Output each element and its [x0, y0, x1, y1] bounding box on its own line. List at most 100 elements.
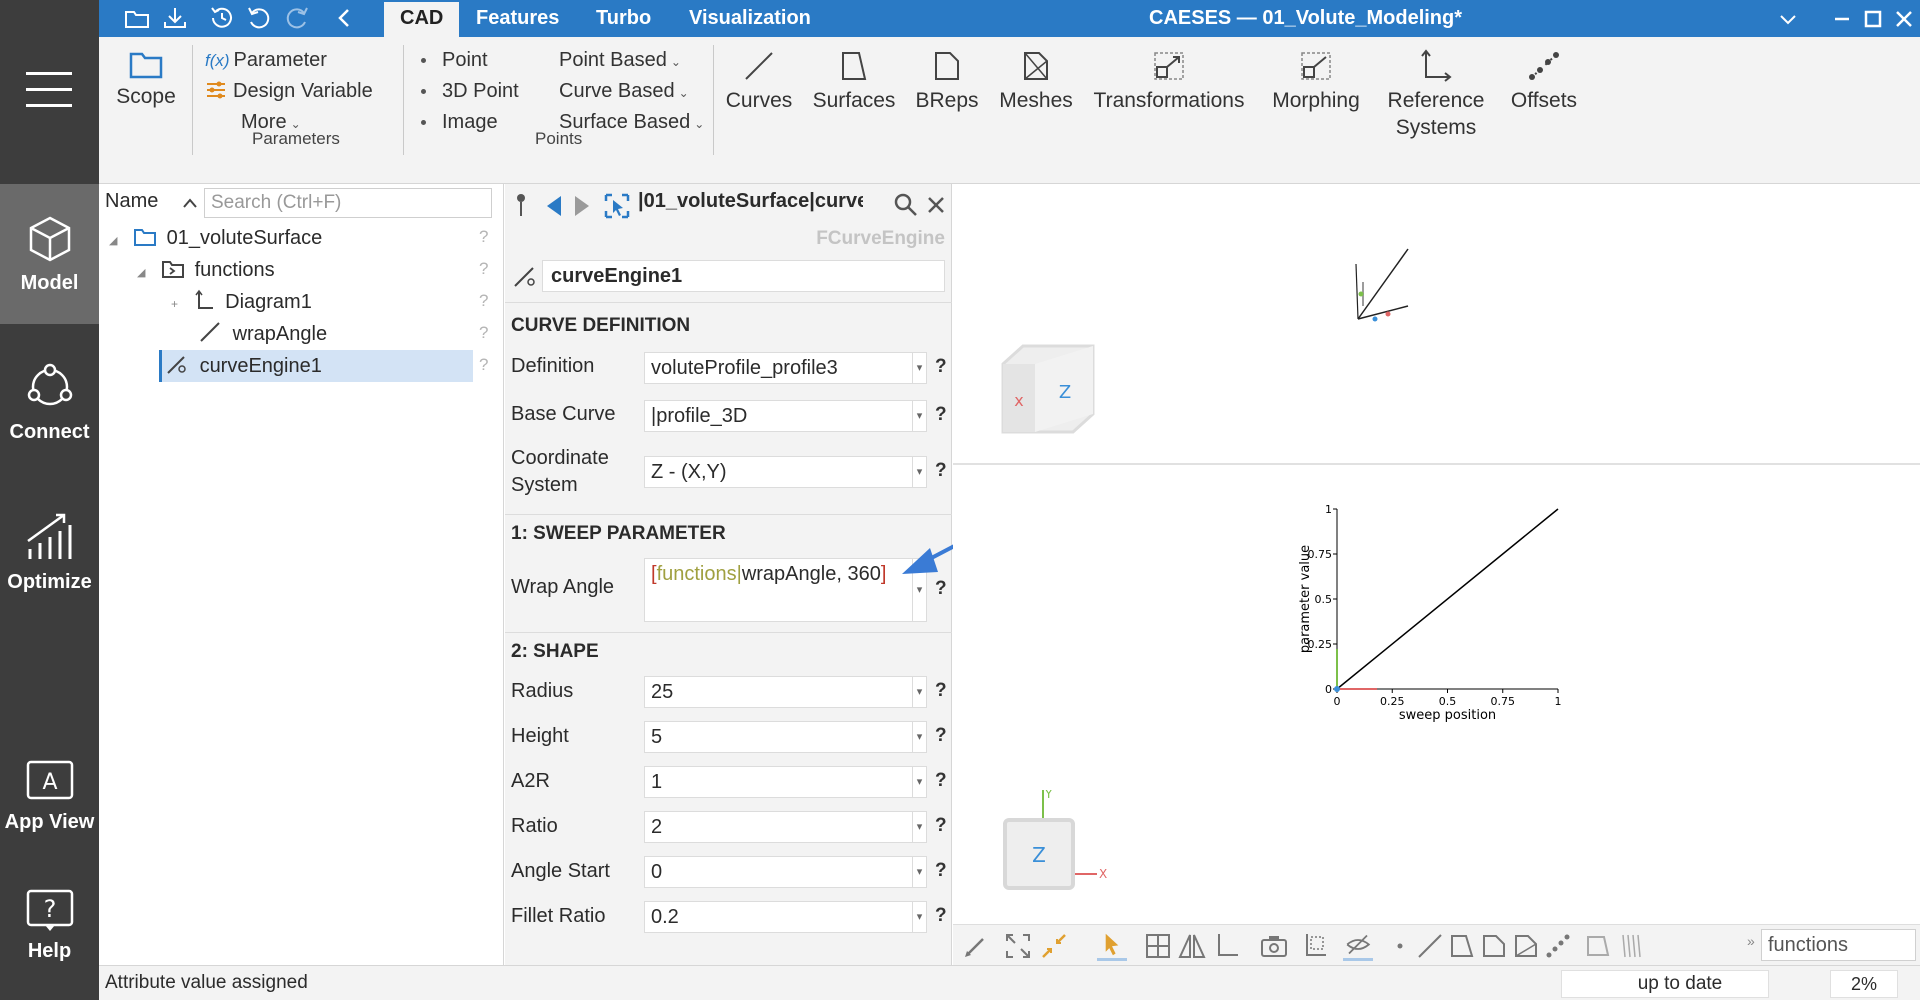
close-window-icon[interactable]	[1891, 6, 1917, 32]
sidebar-item-app-view[interactable]: A App View	[0, 745, 99, 885]
point-filter-icon[interactable]	[1385, 931, 1415, 961]
curves-button[interactable]: Curves	[723, 47, 795, 114]
grid-icon[interactable]	[1143, 931, 1173, 961]
close-icon[interactable]	[925, 194, 947, 216]
reference-systems-button[interactable]: Reference Systems	[1381, 47, 1491, 141]
help-button[interactable]: ?	[935, 860, 947, 882]
parameter-button[interactable]: f(x) Parameter	[205, 49, 327, 72]
3d-point-button[interactable]: 3D Point	[421, 80, 519, 103]
tree-help-icon[interactable]: ?	[479, 355, 488, 375]
fillet-ratio-field[interactable]: 0.2 ▾	[644, 901, 927, 933]
offset-filter-icon[interactable]	[1543, 931, 1573, 961]
curve-based-menu[interactable]: Curve Based ⌄	[559, 80, 689, 103]
help-button[interactable]: ?	[935, 460, 947, 482]
a2r-field[interactable]: 1 ▾	[644, 766, 927, 798]
tree-item-curveEngine1[interactable]: curveEngine1	[159, 350, 473, 382]
chevron-down-icon[interactable]	[1775, 6, 1801, 32]
tree-help-icon[interactable]: ?	[479, 323, 488, 343]
tree-item-voluteSurface[interactable]: ◢ 01_voluteSurface	[109, 222, 499, 254]
expand-plus-icon[interactable]: +	[171, 297, 178, 311]
breps-button[interactable]: BReps	[911, 47, 983, 114]
object-name-input[interactable]: curveEngine1	[542, 260, 945, 292]
search-icon[interactable]	[893, 192, 919, 218]
pencil-icon[interactable]	[961, 931, 991, 961]
dropdown-arrow-icon[interactable]: ▾	[912, 353, 926, 383]
help-button[interactable]: ?	[935, 815, 947, 837]
coordinate-system-field[interactable]: Z - (X,Y) ▾	[644, 456, 927, 488]
scope-button[interactable]: Scope	[113, 47, 179, 110]
sidebar-item-optimize[interactable]: Optimize	[0, 495, 99, 635]
tree-help-icon[interactable]: ?	[479, 291, 488, 311]
tab-features[interactable]: Features	[460, 2, 575, 37]
morphing-button[interactable]: Morphing	[1261, 47, 1371, 114]
2d-view-cube[interactable]: Y X Z	[993, 790, 1113, 910]
point-button[interactable]: Point	[421, 49, 488, 72]
back-arrow-icon[interactable]	[331, 5, 359, 31]
select-cursor-icon[interactable]	[1097, 931, 1127, 961]
tree-help-icon[interactable]: ?	[479, 259, 488, 279]
axes-icon[interactable]	[1211, 931, 1241, 961]
help-button[interactable]: ?	[935, 905, 947, 927]
surfaces-button[interactable]: Surfaces	[809, 47, 899, 114]
surface-filter-icon[interactable]	[1447, 931, 1477, 961]
clip-icon[interactable]	[1299, 931, 1329, 961]
overflow-chevron-icon[interactable]: »	[1747, 933, 1755, 949]
dropdown-arrow-icon[interactable]: ▾	[912, 812, 926, 842]
offsets-button[interactable]: Offsets	[1501, 47, 1587, 114]
ratio-field[interactable]: 2 ▾	[644, 811, 927, 843]
help-button[interactable]: ?	[935, 680, 947, 702]
select-in-view-icon[interactable]	[603, 192, 631, 220]
transformations-button[interactable]: Transformations	[1089, 47, 1249, 114]
redo-icon[interactable]	[283, 5, 311, 31]
dropdown-arrow-icon[interactable]: ▾	[912, 767, 926, 797]
brep-filter-icon[interactable]	[1479, 931, 1509, 961]
dropdown-arrow-icon[interactable]: ▾	[912, 401, 926, 431]
meshes-button[interactable]: Meshes	[995, 47, 1077, 114]
update-status[interactable]: up to date	[1561, 970, 1769, 998]
nav-forward-icon[interactable]	[571, 194, 593, 218]
dropdown-arrow-icon[interactable]: ▾	[912, 677, 926, 707]
dropdown-arrow-icon[interactable]: ▾	[912, 722, 926, 752]
curve-filter-icon[interactable]	[1415, 931, 1445, 961]
nav-back-icon[interactable]	[543, 194, 565, 218]
history-icon[interactable]	[207, 5, 235, 31]
hide-icon[interactable]	[1343, 931, 1373, 961]
help-button[interactable]: ?	[935, 356, 947, 378]
context-scope-field[interactable]: functions	[1761, 929, 1916, 961]
collapse-arrow-icon[interactable]: ◢	[109, 235, 117, 247]
tree-item-functions[interactable]: ◢ functions	[137, 254, 497, 286]
tab-turbo[interactable]: Turbo	[580, 2, 667, 37]
height-field[interactable]: 5 ▾	[644, 721, 927, 753]
definition-field[interactable]: voluteProfile_profile3 ▾	[644, 352, 927, 384]
sort-chevron-up-icon[interactable]	[182, 197, 198, 209]
design-variable-button[interactable]: Design Variable	[205, 80, 373, 103]
tree-search-input[interactable]: Search (Ctrl+F)	[204, 188, 492, 218]
mesh-filter-icon[interactable]	[1511, 931, 1541, 961]
help-button[interactable]: ?	[935, 725, 947, 747]
dropdown-arrow-icon[interactable]: ▾	[912, 902, 926, 932]
view-cube[interactable]: x Z	[993, 334, 1103, 444]
tree-item-diagram1[interactable]: + Diagram1	[171, 286, 501, 318]
fit-view-icon[interactable]	[1003, 931, 1033, 961]
3d-viewport[interactable]: x Z	[953, 184, 1920, 465]
minimize-icon[interactable]	[1829, 6, 1855, 32]
radius-field[interactable]: 25 ▾	[644, 676, 927, 708]
hamburger-menu-icon[interactable]	[26, 72, 72, 110]
camera-icon[interactable]	[1259, 931, 1289, 961]
dropdown-arrow-icon[interactable]: ▾	[912, 857, 926, 887]
open-folder-icon[interactable]	[123, 5, 151, 31]
shrink-view-icon[interactable]	[1039, 931, 1069, 961]
base-curve-field[interactable]: |profile_3D ▾	[644, 400, 927, 432]
collapse-arrow-icon[interactable]: ◢	[137, 267, 145, 279]
hatch-filter-icon[interactable]	[1617, 931, 1647, 961]
download-icon[interactable]	[161, 5, 189, 31]
tab-visualization[interactable]: Visualization	[673, 2, 827, 37]
image-button[interactable]: Image	[421, 111, 498, 134]
point-based-menu[interactable]: Point Based ⌄	[559, 49, 681, 72]
tree-help-icon[interactable]: ?	[479, 227, 488, 247]
sidebar-item-help[interactable]: ? Help	[0, 872, 99, 1000]
tab-cad[interactable]: CAD	[384, 2, 460, 37]
undo-icon[interactable]	[245, 5, 273, 31]
sidebar-item-connect[interactable]: Connect	[0, 345, 99, 485]
volume-filter-icon[interactable]	[1583, 931, 1613, 961]
